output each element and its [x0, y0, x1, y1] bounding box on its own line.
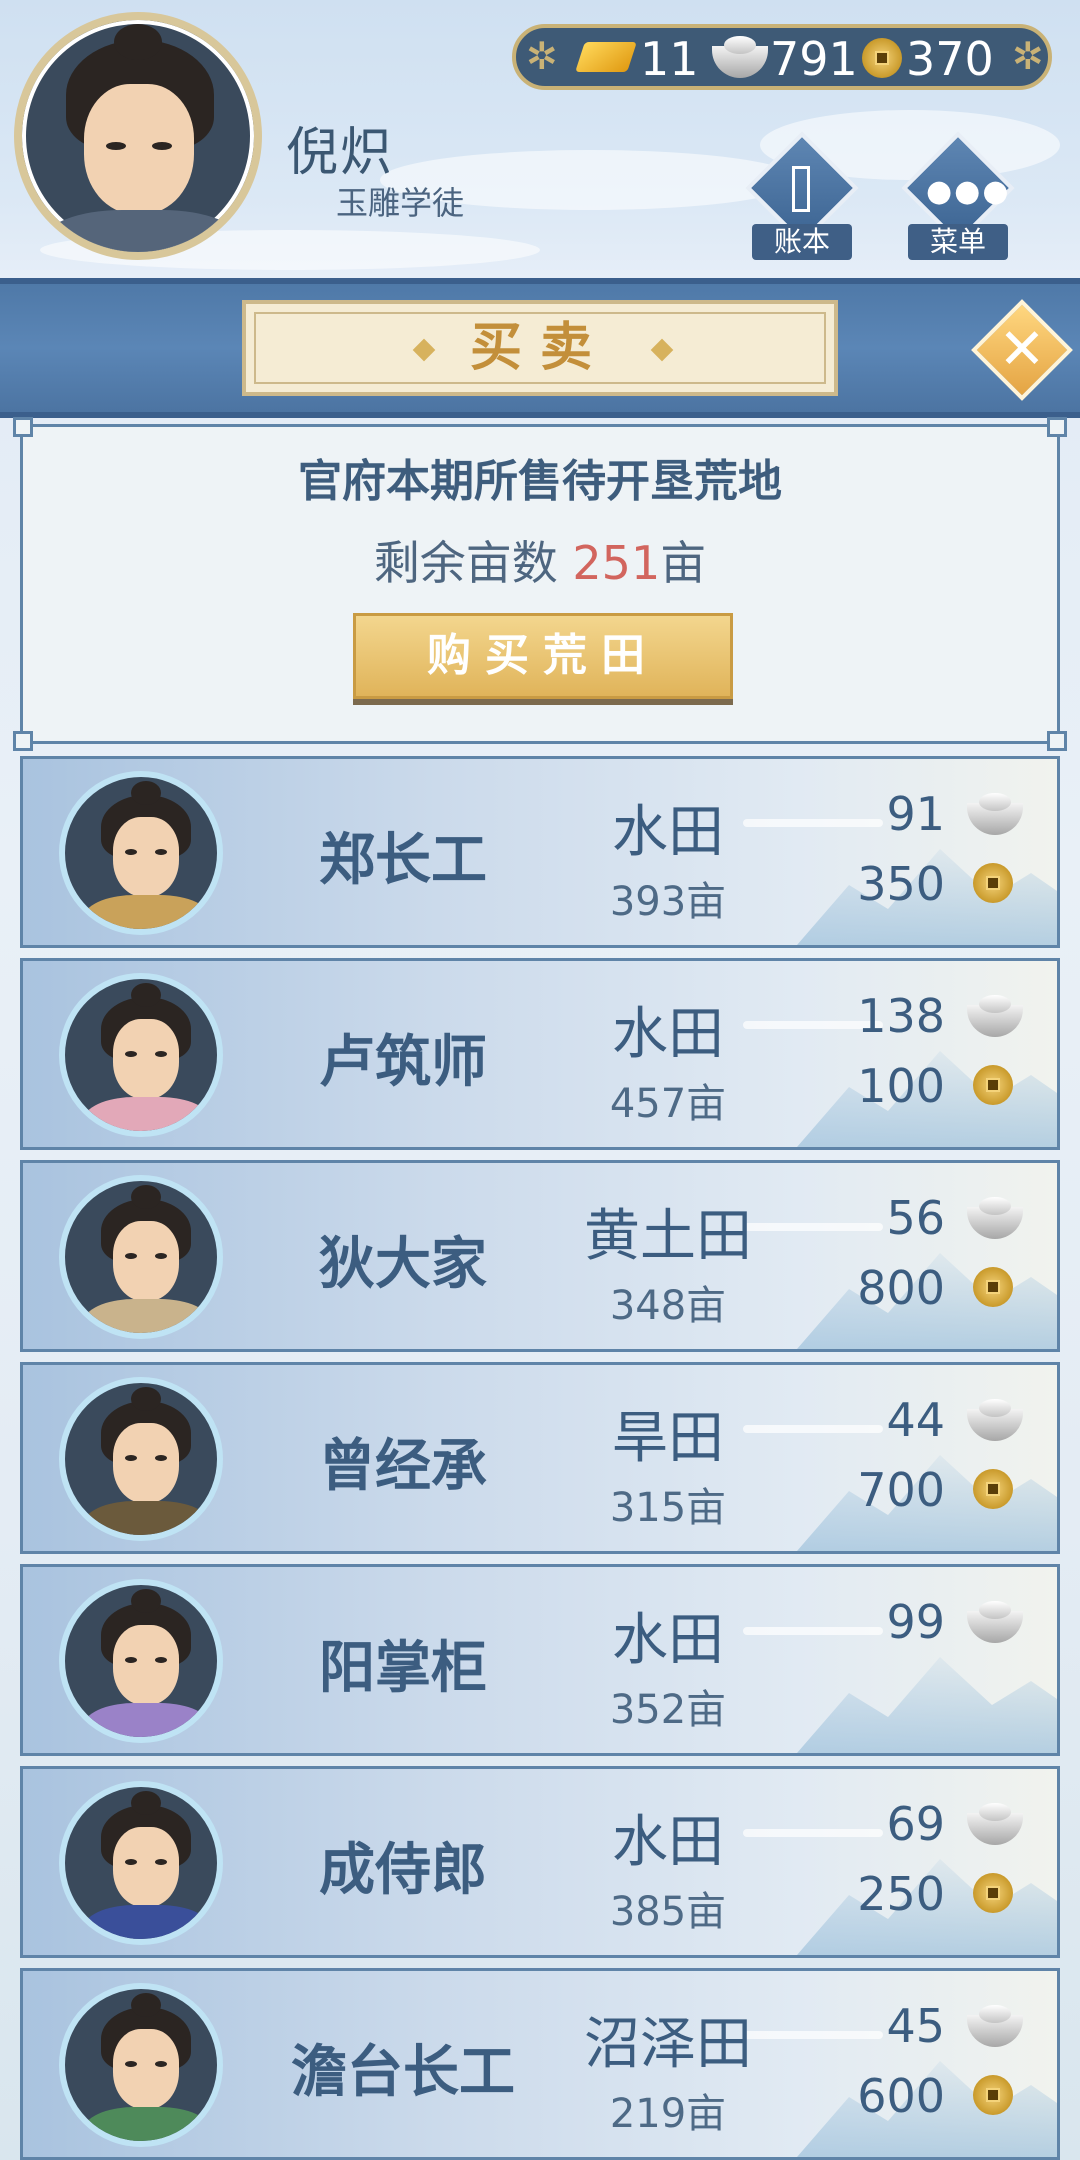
- copper-coin-icon: [973, 863, 1013, 903]
- ledger-label: 账本: [752, 224, 852, 260]
- mountain-decoration: [797, 1657, 1057, 1753]
- silver-ingot-icon: [712, 36, 768, 78]
- land-area: 393亩: [609, 879, 727, 925]
- gold-bar-icon: [575, 42, 637, 72]
- page-title: 买卖: [469, 318, 610, 378]
- seller-avatar: [59, 1377, 223, 1541]
- copper-coin-icon: [973, 1267, 1013, 1307]
- seller-name: 澹台长工: [291, 2040, 515, 2105]
- seller-avatar: [59, 1175, 223, 1339]
- silver-price: 138: [857, 989, 945, 1043]
- info-title: 官府本期所售待开垦荒地: [298, 456, 782, 507]
- coin-price: 700: [857, 1463, 945, 1517]
- buy-wasteland-button[interactable]: 购买荒田: [353, 613, 733, 699]
- land-area: 315亩: [609, 1485, 727, 1531]
- bamboo-icon: ✲: [1012, 34, 1044, 78]
- silver-ingot-icon: [967, 793, 1023, 835]
- copper-coin-icon: [973, 1065, 1013, 1105]
- menu-label: 菜单: [908, 224, 1008, 260]
- remaining-unit: 亩: [660, 536, 707, 590]
- coin-price: 800: [857, 1261, 945, 1315]
- land-type: 水田: [612, 800, 724, 865]
- remaining-acres: 剩余亩数 251亩: [23, 527, 1057, 593]
- copper-coin-icon: [973, 2075, 1013, 2115]
- currency-bar: ✲ 11 791 370 ✲: [512, 24, 1052, 90]
- coin-price: 350: [857, 857, 945, 911]
- seller-row[interactable]: 卢筑师 水田 457亩 138 100: [20, 958, 1060, 1150]
- silver-ingot-icon: [967, 1803, 1023, 1845]
- wasteland-info-panel: 官府本期所售待开垦荒地 剩余亩数 251亩 购买荒田: [13, 417, 1067, 751]
- silver-amount: 791: [770, 32, 858, 86]
- land-area: 457亩: [609, 1081, 727, 1127]
- land-area: 385亩: [609, 1889, 727, 1935]
- remaining-value: 251: [572, 536, 661, 590]
- seller-avatar: [59, 1579, 223, 1743]
- seller-name: 阳掌柜: [319, 1636, 487, 1701]
- seller-row[interactable]: 郑长工 水田 393亩 91 350: [20, 756, 1060, 948]
- silver-price: 69: [886, 1797, 945, 1851]
- coin-price: 600: [857, 2069, 945, 2123]
- land-type: 黄土田: [584, 1204, 752, 1269]
- seller-name: 曾经承: [319, 1434, 487, 1499]
- land-area: 348亩: [609, 1283, 727, 1329]
- ledger-button[interactable]: 账本: [744, 131, 860, 260]
- remaining-label: 剩余亩数: [373, 536, 558, 590]
- silver-price: 56: [886, 1191, 945, 1245]
- land-type: 水田: [612, 1608, 724, 1673]
- silver-price: 45: [886, 1999, 945, 2053]
- coin-amount: 370: [906, 32, 994, 86]
- seller-row[interactable]: 成侍郎 水田 385亩 69 250: [20, 1766, 1060, 1958]
- menu-button[interactable]: ●●● 菜单: [900, 131, 1016, 260]
- bamboo-icon: ✲: [526, 34, 558, 78]
- land-type: 旱田: [612, 1406, 724, 1471]
- coin-price: 250: [857, 1867, 945, 1921]
- seller-row[interactable]: 阳掌柜 水田 352亩 99: [20, 1564, 1060, 1756]
- silver-ingot-icon: [967, 1399, 1023, 1441]
- silver-price: 99: [886, 1595, 945, 1649]
- land-area: 352亩: [609, 1687, 727, 1733]
- silver-ingot-icon: [967, 1197, 1023, 1239]
- seller-row[interactable]: 曾经承 旱田 315亩 44 700: [20, 1362, 1060, 1554]
- land-type: 水田: [612, 1810, 724, 1875]
- seller-avatar: [59, 1781, 223, 1945]
- silver-price: 91: [886, 787, 945, 841]
- silver-ingot-icon: [967, 2005, 1023, 2047]
- gold-amount: 11: [640, 32, 699, 86]
- player-title: 玉雕学徒: [336, 184, 465, 222]
- player-name: 倪炽: [286, 123, 395, 183]
- seller-name: 卢筑师: [319, 1030, 487, 1095]
- silver-ingot-icon: [967, 1601, 1023, 1643]
- seller-avatar: [59, 771, 223, 935]
- land-type: 水田: [612, 1002, 724, 1067]
- seller-name: 郑长工: [319, 828, 487, 893]
- seller-name: 成侍郎: [319, 1838, 487, 1903]
- seller-avatar: [59, 1983, 223, 2147]
- seller-avatar: [59, 973, 223, 1137]
- seller-row[interactable]: 狄大家 黄土田 348亩 56 800: [20, 1160, 1060, 1352]
- copper-coin-icon: [973, 1873, 1013, 1913]
- close-button[interactable]: ✕: [971, 299, 1073, 401]
- land-area: 219亩: [609, 2091, 727, 2137]
- close-icon: ✕: [998, 317, 1046, 382]
- silver-ingot-icon: [967, 995, 1023, 1037]
- coin-price: 100: [857, 1059, 945, 1113]
- silver-price: 44: [886, 1393, 945, 1447]
- copper-coin-icon: [973, 1469, 1013, 1509]
- player-avatar[interactable]: [14, 12, 262, 260]
- seller-row[interactable]: 澹台长工 沼泽田 219亩 45 600: [20, 1968, 1060, 2160]
- title-plaque: 买卖: [242, 300, 838, 396]
- seller-name: 狄大家: [319, 1232, 487, 1297]
- land-type: 沼泽田: [584, 2012, 752, 2077]
- copper-coin-icon: [862, 38, 902, 78]
